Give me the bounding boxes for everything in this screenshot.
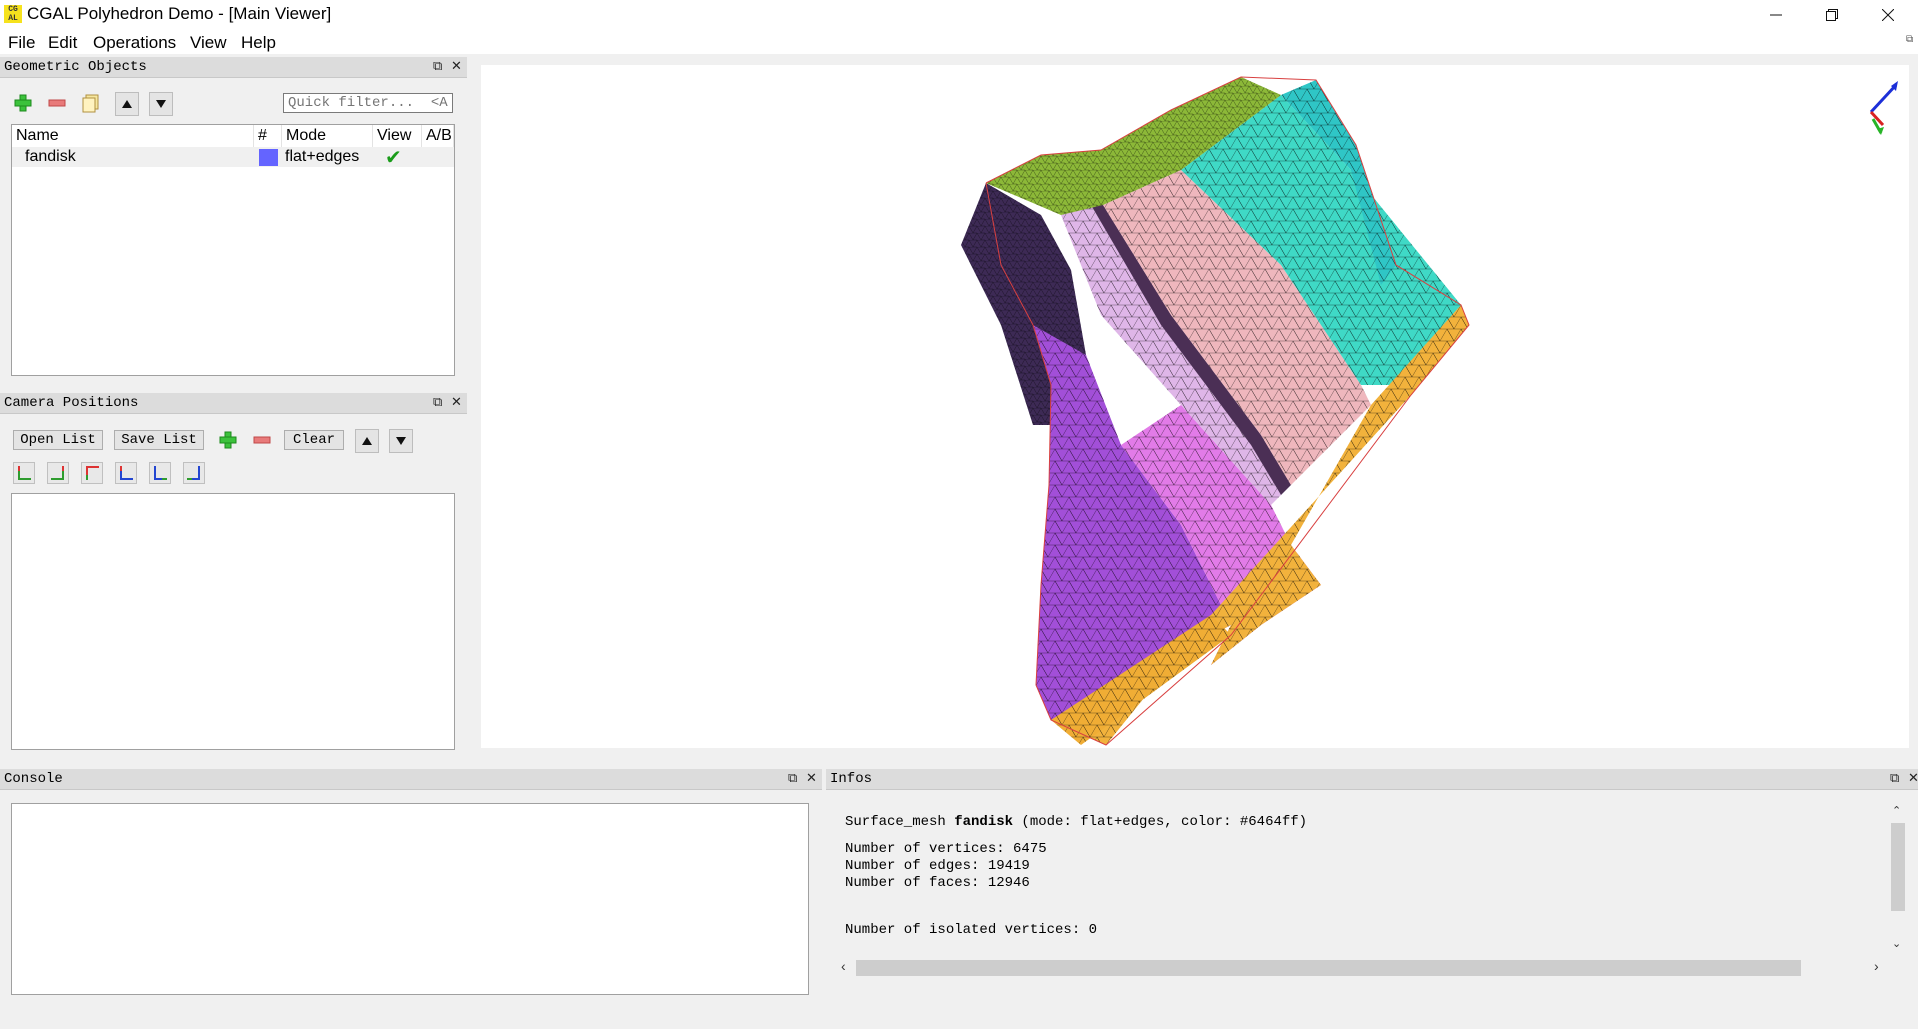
- objects-table: Name # Mode View A/B fandisk flat+edges …: [11, 124, 455, 376]
- float-icon[interactable]: ⧉: [433, 394, 442, 410]
- hscrollbar-thumb[interactable]: [856, 960, 1801, 976]
- column-header-view[interactable]: View: [373, 125, 422, 147]
- object-color-swatch[interactable]: [259, 149, 278, 166]
- camera-positions-title: Camera Positions: [4, 395, 139, 411]
- close-icon[interactable]: [1860, 0, 1916, 30]
- info-faces: Number of faces: 12946: [845, 875, 1030, 891]
- axis-gizmo-icon: [1869, 81, 1898, 135]
- camera-positions-list[interactable]: [11, 493, 455, 750]
- save-list-button[interactable]: Save List: [114, 430, 204, 450]
- title-bar: CG AL CGAL Polyhedron Demo - [Main Viewe…: [0, 0, 1918, 30]
- menu-help[interactable]: Help: [241, 33, 276, 53]
- console-output[interactable]: [11, 803, 809, 995]
- camera-positions-header: Camera Positions ⧉ ✕: [0, 393, 467, 414]
- remove-object-button[interactable]: [46, 92, 68, 114]
- table-row[interactable]: fandisk flat+edges ✔: [12, 145, 454, 170]
- app-icon: CG AL: [4, 5, 22, 23]
- column-header-mode[interactable]: Mode: [282, 125, 373, 147]
- close-icon[interactable]: ✕: [451, 394, 462, 410]
- menu-bar: File Edit Operations View Help ⧉: [0, 30, 1918, 54]
- console-title: Console: [4, 771, 63, 787]
- console-header: Console ⧉ ✕: [0, 769, 822, 790]
- infos-title: Infos: [830, 771, 873, 787]
- restore-icon[interactable]: [1804, 0, 1860, 30]
- add-object-button[interactable]: [12, 92, 34, 114]
- info-edges: Number of edges: 19419: [845, 858, 1030, 874]
- scrollbar-thumb[interactable]: [1891, 823, 1905, 911]
- info-header-prefix: Surface_mesh: [845, 814, 955, 830]
- info-isolated-vertices: Number of isolated vertices: 0: [845, 922, 1098, 938]
- right-view-icon[interactable]: [183, 462, 205, 484]
- float-icon[interactable]: ⧉: [433, 58, 442, 74]
- column-header-ab[interactable]: A/B: [422, 125, 454, 147]
- window-title: CGAL Polyhedron Demo - [Main Viewer]: [27, 4, 332, 23]
- float-icon[interactable]: ⧉: [788, 770, 797, 786]
- menu-operations[interactable]: Operations: [93, 33, 176, 53]
- menu-file[interactable]: File: [8, 33, 35, 53]
- info-header-line: Surface_mesh fandisk (mode: flat+edges, …: [845, 812, 1307, 830]
- open-list-button[interactable]: Open List: [13, 430, 103, 450]
- camera-up-button[interactable]: [355, 429, 379, 453]
- front-view-icon[interactable]: [13, 462, 35, 484]
- menu-edit[interactable]: Edit: [48, 33, 77, 53]
- camera-down-button[interactable]: [389, 429, 413, 453]
- geometric-objects-header: Geometric Objects ⧉ ✕: [0, 57, 467, 78]
- move-up-button[interactable]: [115, 92, 139, 116]
- geometric-objects-title: Geometric Objects: [4, 59, 147, 75]
- top-view-icon[interactable]: [81, 462, 103, 484]
- info-object-name: fandisk: [954, 814, 1014, 830]
- left-view-icon[interactable]: [149, 462, 171, 484]
- scroll-up-icon[interactable]: ⌃: [1892, 804, 1901, 817]
- add-camera-button[interactable]: [217, 429, 239, 451]
- visible-check-icon[interactable]: ✔: [385, 145, 402, 170]
- object-name: fandisk: [25, 148, 76, 165]
- float-icon[interactable]: ⧉: [1906, 34, 1913, 45]
- close-icon[interactable]: ✕: [1908, 770, 1918, 786]
- infos-header: Infos ⧉ ✕: [826, 769, 1918, 790]
- duplicate-object-button[interactable]: [80, 92, 102, 114]
- float-icon[interactable]: ⧉: [1890, 770, 1899, 786]
- info-header-suffix: (mode: flat+edges, color: #6464ff): [1013, 814, 1308, 830]
- menu-view[interactable]: View: [190, 33, 227, 53]
- remove-camera-button[interactable]: [251, 429, 273, 451]
- move-down-button[interactable]: [149, 92, 173, 116]
- back-view-icon[interactable]: [47, 462, 69, 484]
- info-vertices: Number of vertices: 6475: [845, 841, 1047, 857]
- scroll-right-icon[interactable]: ›: [1874, 958, 1879, 974]
- minimize-icon[interactable]: [1748, 0, 1804, 30]
- object-mode[interactable]: flat+edges: [285, 148, 359, 166]
- bottom-view-icon[interactable]: [115, 462, 137, 484]
- clear-button[interactable]: Clear: [284, 430, 344, 450]
- main-viewer[interactable]: [481, 65, 1909, 748]
- vertical-scrollbar[interactable]: ⌃ ⌄: [1889, 803, 1907, 955]
- scroll-down-icon[interactable]: ⌄: [1892, 937, 1901, 950]
- horizontal-scrollbar[interactable]: ‹ ›: [838, 957, 1886, 977]
- column-header-number[interactable]: #: [254, 125, 282, 147]
- fandisk-mesh[interactable]: [481, 65, 1909, 748]
- close-icon[interactable]: ✕: [806, 770, 817, 786]
- column-header-name[interactable]: Name: [12, 125, 254, 147]
- close-icon[interactable]: ✕: [451, 58, 462, 74]
- scroll-left-icon[interactable]: ‹: [841, 958, 846, 974]
- quick-filter-input[interactable]: [283, 93, 453, 113]
